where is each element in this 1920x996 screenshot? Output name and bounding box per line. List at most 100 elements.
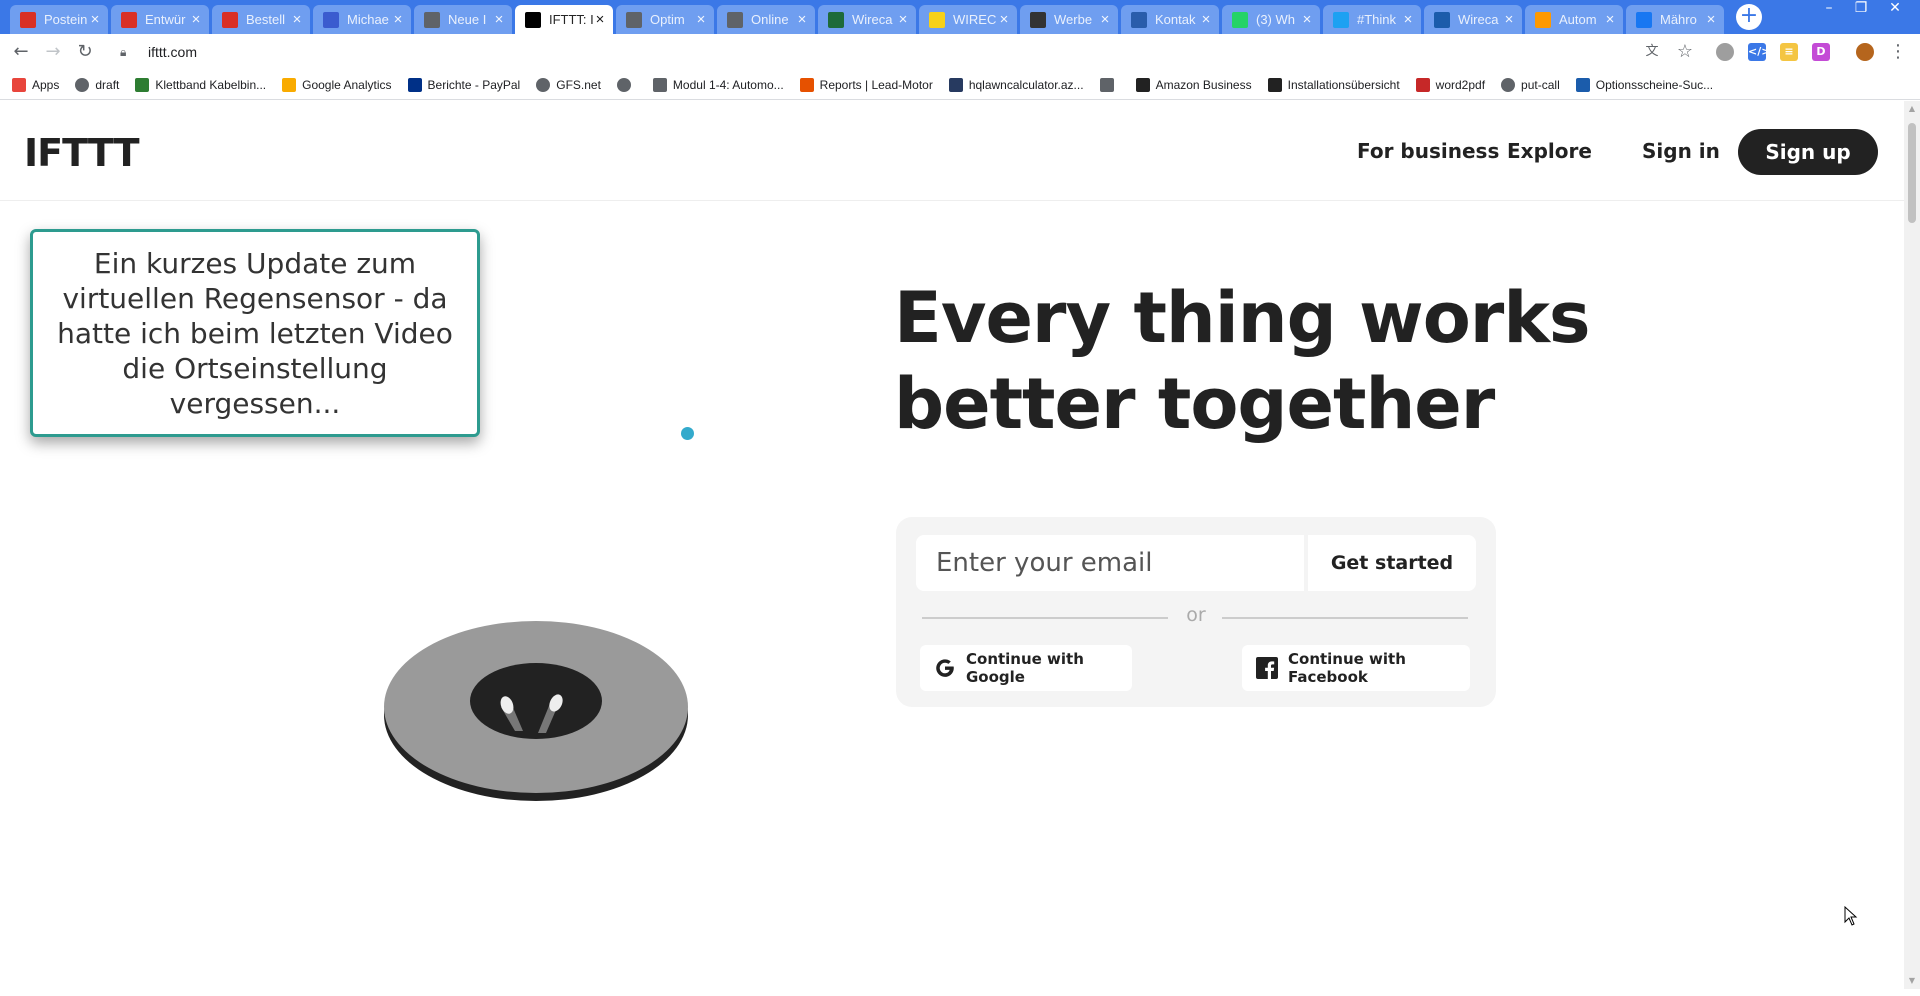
- nav-explore[interactable]: Explore: [1507, 139, 1592, 163]
- bookmark-item[interactable]: [616, 77, 637, 92]
- bookmark-item[interactable]: Apps: [12, 77, 60, 92]
- page-scrollbar[interactable]: ▲ ▼: [1904, 101, 1920, 989]
- close-tab-icon[interactable]: ×: [593, 11, 607, 28]
- browser-tab[interactable]: Kontak ×: [1121, 5, 1219, 34]
- browser-tab[interactable]: #Think ×: [1323, 5, 1421, 34]
- restore-window-icon[interactable]: ❐: [1846, 0, 1876, 18]
- overlay-note-text: Ein kurzes Update zum virtuellen Regense…: [57, 246, 453, 420]
- close-tab-icon[interactable]: ×: [997, 11, 1011, 28]
- leaf-icon: [135, 77, 150, 92]
- cloud-extension-icon[interactable]: [1716, 43, 1734, 61]
- tab-title: (3) Wh: [1256, 12, 1295, 27]
- browser-tab[interactable]: Neue I ×: [414, 5, 512, 34]
- close-tab-icon[interactable]: ×: [1401, 11, 1415, 28]
- globe-icon: [1501, 77, 1516, 92]
- browser-tab[interactable]: Mähro ×: [1626, 5, 1724, 34]
- gmail-icon: [20, 11, 36, 28]
- news-icon: [1030, 11, 1046, 28]
- whatsapp-icon: [1232, 11, 1248, 28]
- bookmark-star-icon[interactable]: ☆: [1673, 41, 1697, 65]
- bookmark-item[interactable]: Google Analytics: [282, 77, 392, 92]
- bookmark-label: word2pdf: [1435, 77, 1486, 92]
- page-icon: [1099, 77, 1114, 92]
- back-icon[interactable]: ←: [9, 41, 33, 65]
- bookmark-item[interactable]: Klettband Kabelbin...: [135, 77, 266, 92]
- c-icon: [929, 11, 945, 28]
- profile-avatar[interactable]: [1856, 43, 1874, 61]
- browser-tab[interactable]: (3) Wh ×: [1222, 5, 1320, 34]
- bookmark-item[interactable]: [1099, 77, 1120, 92]
- menu-kebab-icon[interactable]: ⋮: [1886, 41, 1910, 65]
- d-extension-icon[interactable]: D: [1812, 43, 1830, 61]
- browser-tab-strip: Postein × Entwür × Bestell × Michae × Neue I × IFT…: [0, 0, 1920, 34]
- close-tab-icon[interactable]: ×: [1199, 11, 1213, 28]
- close-tab-icon[interactable]: ×: [88, 11, 102, 28]
- scroll-up-icon[interactable]: ▲: [1904, 101, 1920, 117]
- continue-with-facebook-button[interactable]: Continue with Facebook: [1242, 645, 1470, 691]
- bookmark-item[interactable]: Optionsscheine-Suc...: [1575, 77, 1713, 92]
- note-extension-icon[interactable]: ≡: [1780, 43, 1798, 61]
- hero-illustration-disc: [384, 621, 688, 801]
- url-text[interactable]: ifttt.com: [148, 44, 197, 60]
- close-tab-icon[interactable]: ×: [1098, 11, 1112, 28]
- browser-tab[interactable]: Werbe ×: [1020, 5, 1118, 34]
- close-tab-icon[interactable]: ×: [189, 11, 203, 28]
- browser-tab[interactable]: IFTTT: I ×: [515, 5, 613, 34]
- close-tab-icon[interactable]: ×: [290, 11, 304, 28]
- google-label: Continue with Google: [966, 650, 1084, 686]
- scrollbar-thumb[interactable]: [1908, 123, 1916, 223]
- new-tab-button[interactable]: +: [1736, 4, 1762, 30]
- bookmark-item[interactable]: word2pdf: [1415, 77, 1486, 92]
- page-icon: [727, 11, 743, 28]
- omnibox[interactable]: 🔒︎ ifttt.com: [110, 38, 1670, 66]
- close-tab-icon[interactable]: ×: [1300, 11, 1314, 28]
- close-tab-icon[interactable]: ×: [492, 11, 506, 28]
- forward-icon[interactable]: →: [41, 41, 65, 65]
- sign-in-link[interactable]: Sign in: [1642, 139, 1720, 163]
- close-tab-icon[interactable]: ×: [694, 11, 708, 28]
- divider-right: [1222, 617, 1468, 619]
- bookmark-item[interactable]: Installationsübersicht: [1267, 77, 1400, 92]
- scroll-down-icon[interactable]: ▼: [1904, 973, 1920, 989]
- sign-up-button[interactable]: Sign up: [1738, 129, 1878, 175]
- bookmark-item[interactable]: hqlawncalculator.az...: [948, 77, 1084, 92]
- minimize-window-icon[interactable]: –: [1814, 0, 1844, 18]
- browser-tab[interactable]: Online ×: [717, 5, 815, 34]
- close-tab-icon[interactable]: ×: [1603, 11, 1617, 28]
- nav-for-business[interactable]: For business: [1357, 139, 1499, 163]
- reload-icon[interactable]: ↻: [73, 41, 97, 65]
- translate-icon[interactable]: 文: [1640, 41, 1664, 65]
- bookmark-label: Installationsübersicht: [1287, 77, 1400, 92]
- bookmark-item[interactable]: Reports | Lead-Motor: [799, 77, 933, 92]
- code-extension-icon[interactable]: </>: [1748, 43, 1770, 61]
- close-tab-icon[interactable]: ×: [795, 11, 809, 28]
- ifttt-logo[interactable]: IFTTT: [24, 131, 140, 175]
- browser-tab[interactable]: WIREC ×: [919, 5, 1017, 34]
- browser-tab[interactable]: Postein ×: [10, 5, 108, 34]
- bookmark-item[interactable]: Berichte - PayPal: [407, 77, 520, 92]
- browser-tab[interactable]: Entwür ×: [111, 5, 209, 34]
- bookmark-item[interactable]: draft: [75, 77, 119, 92]
- close-tab-icon[interactable]: ×: [896, 11, 910, 28]
- google-icon: [934, 657, 956, 679]
- browser-tab[interactable]: Wireca ×: [1424, 5, 1522, 34]
- close-window-icon[interactable]: ✕: [1880, 0, 1910, 18]
- browser-tab[interactable]: Autom ×: [1525, 5, 1623, 34]
- email-input[interactable]: [916, 535, 1304, 591]
- browser-tab[interactable]: Wireca ×: [818, 5, 916, 34]
- continue-with-google-button[interactable]: Continue with Google: [920, 645, 1132, 691]
- paypal-icon: [407, 77, 422, 92]
- browser-tab[interactable]: Optim ×: [616, 5, 714, 34]
- bookmark-item[interactable]: put-call: [1501, 77, 1560, 92]
- browser-tab[interactable]: Michae ×: [313, 5, 411, 34]
- bookmark-item[interactable]: Amazon Business: [1135, 77, 1252, 92]
- bookmark-label: Apps: [32, 77, 60, 92]
- close-tab-icon[interactable]: ×: [1704, 11, 1718, 28]
- close-tab-icon[interactable]: ×: [391, 11, 405, 28]
- browser-tab[interactable]: Bestell ×: [212, 5, 310, 34]
- fhem-icon: [1267, 77, 1282, 92]
- bookmark-item[interactable]: Modul 1-4: Automo...: [652, 77, 784, 92]
- close-tab-icon[interactable]: ×: [1502, 11, 1516, 28]
- bookmark-item[interactable]: GFS.net: [536, 77, 601, 92]
- get-started-button[interactable]: Get started: [1308, 535, 1476, 591]
